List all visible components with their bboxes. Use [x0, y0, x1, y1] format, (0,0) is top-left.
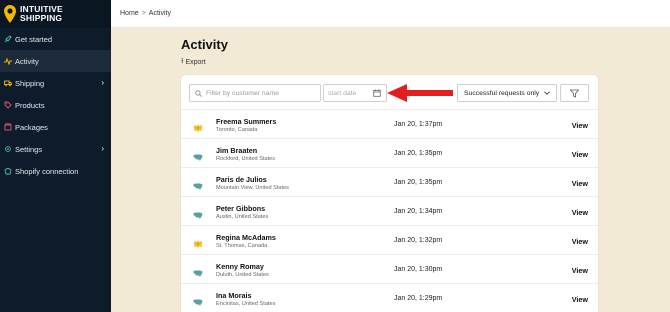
customer-location: Encinitas, United States	[216, 301, 276, 307]
tag-icon	[4, 101, 12, 109]
status-filter-value: Successful requests only	[464, 89, 540, 97]
chevron-down-icon	[544, 91, 550, 95]
search-placeholder: Filter by customer name	[206, 89, 279, 97]
rocket-icon	[4, 35, 12, 43]
location-pin-icon	[4, 5, 16, 23]
customer-name: Peter Gibbons	[216, 204, 266, 213]
activity-time: Jan 20, 1:35pm	[394, 179, 443, 186]
sidebar-item-label: Packages	[15, 122, 48, 132]
sidebar-item-label: Shopify connection	[15, 166, 79, 176]
status-filter-select[interactable]: Successful requests only	[457, 84, 557, 102]
customer-name: Paris de Julios	[216, 175, 267, 184]
sidebar-item-label: Settings	[15, 144, 43, 154]
activity-time: Jan 20, 1:30pm	[394, 266, 443, 273]
table-row: Jim Braaten Rockford, United States Jan 20…	[181, 138, 598, 167]
table-row: Paris de Julios Mountain View, United Sta…	[181, 167, 598, 196]
sidebar-item-get-started[interactable]: Get started	[0, 28, 111, 50]
brand-line-2: SHIPPING	[20, 13, 63, 23]
usa-map-icon	[193, 178, 203, 190]
canada-map-icon	[193, 236, 203, 248]
sidebar-item-label: Get started	[15, 34, 53, 44]
brand-name: INTUITIVE SHIPPING	[20, 5, 63, 23]
breadcrumb-separator: >	[141, 10, 146, 17]
sidebar-item-shipping[interactable]: Shipping ›	[0, 72, 111, 94]
table-row: Ina Morais Encinitas, United States Jan 20…	[181, 283, 598, 312]
chevron-right-icon: ›	[101, 78, 104, 87]
sidebar: INTUITIVE SHIPPING Get started Activity …	[0, 0, 111, 312]
view-button[interactable]: View	[572, 208, 588, 217]
customer-location: Duluth, United States	[216, 272, 269, 278]
activity-time: Jan 20, 1:35pm	[394, 150, 443, 157]
search-input[interactable]: Filter by customer name	[189, 84, 321, 102]
table-row: Regina McAdams St. Thomas, Canada Jan 20, …	[181, 225, 598, 254]
filter-button[interactable]	[560, 84, 589, 102]
upload-icon: ⭱	[181, 58, 184, 65]
box-icon	[4, 123, 12, 131]
sidebar-item-settings[interactable]: Settings ›	[0, 138, 111, 160]
activity-time: Jan 20, 1:34pm	[394, 208, 443, 215]
activity-time: Jan 20, 1:32pm	[394, 237, 443, 244]
export-label: Export	[185, 59, 206, 66]
sidebar-item-packages[interactable]: Packages	[0, 116, 111, 138]
view-button[interactable]: View	[572, 179, 588, 188]
customer-name: Jim Braaten	[216, 146, 258, 155]
table-row: Freema Summers Toronto, Canada Jan 20, 1:3…	[181, 109, 598, 138]
calendar-icon[interactable]	[373, 89, 381, 97]
usa-map-icon	[193, 149, 203, 161]
export-button[interactable]: ⭱ Export	[181, 57, 206, 68]
usa-map-icon	[193, 265, 203, 277]
sidebar-item-label: Shipping	[15, 78, 45, 88]
filter-icon	[570, 89, 579, 98]
sidebar-item-activity[interactable]: Activity	[0, 50, 111, 72]
sidebar-item-products[interactable]: Products	[0, 94, 111, 116]
usa-map-icon	[193, 207, 203, 219]
activity-list: Freema Summers Toronto, Canada Jan 20, 1:3…	[181, 109, 598, 312]
view-button[interactable]: View	[572, 150, 588, 159]
customer-name: Regina McAdams	[216, 233, 276, 242]
activity-icon	[4, 57, 12, 65]
customer-name: Freema Summers	[216, 117, 277, 126]
sidebar-item-label: Activity	[15, 56, 39, 66]
red-arrow-annotation	[387, 84, 453, 102]
breadcrumb-home-link[interactable]: Home	[120, 10, 139, 17]
view-button[interactable]: View	[572, 237, 588, 246]
canada-map-icon	[193, 120, 203, 132]
customer-location: Toronto, Canada	[216, 127, 258, 133]
start-date-input[interactable]: start date	[323, 84, 387, 102]
activity-time: Jan 20, 1:37pm	[394, 121, 443, 128]
usa-map-icon	[193, 294, 203, 306]
sidebar-item-shopify-connection[interactable]: Shopify connection	[0, 160, 111, 182]
sidebar-item-label: Products	[15, 100, 45, 110]
breadcrumb-current: Activity	[148, 10, 171, 17]
customer-location: Rockford, United States	[216, 156, 276, 162]
page-title: Activity	[181, 37, 228, 52]
date-placeholder: start date	[328, 89, 357, 97]
activity-card: Filter by customer name start date Succe…	[181, 75, 598, 312]
breadcrumb: Home > Activity	[111, 0, 670, 28]
view-button[interactable]: View	[572, 295, 588, 304]
chevron-right-icon: ›	[101, 144, 104, 153]
customer-location: Austin, United States	[216, 214, 269, 220]
customer-location: Mountain View, United States	[216, 185, 289, 191]
customer-name: Kenny Romay	[216, 262, 264, 271]
activity-time: Jan 20, 1:29pm	[394, 295, 443, 302]
gear-icon	[4, 145, 12, 153]
sidebar-nav: Get started Activity Shipping › Products	[0, 28, 111, 182]
shopify-icon	[4, 167, 12, 175]
logo[interactable]: INTUITIVE SHIPPING	[0, 0, 111, 28]
truck-icon	[4, 79, 12, 87]
table-row: Peter Gibbons Austin, United States Jan 20…	[181, 196, 598, 225]
view-button[interactable]: View	[572, 266, 588, 275]
search-icon	[195, 89, 202, 97]
customer-name: Ina Morais	[216, 291, 252, 300]
view-button[interactable]: View	[572, 121, 588, 130]
table-row: Kenny Romay Duluth, United States Jan 20, …	[181, 254, 598, 283]
customer-location: St. Thomas, Canada	[216, 243, 268, 249]
